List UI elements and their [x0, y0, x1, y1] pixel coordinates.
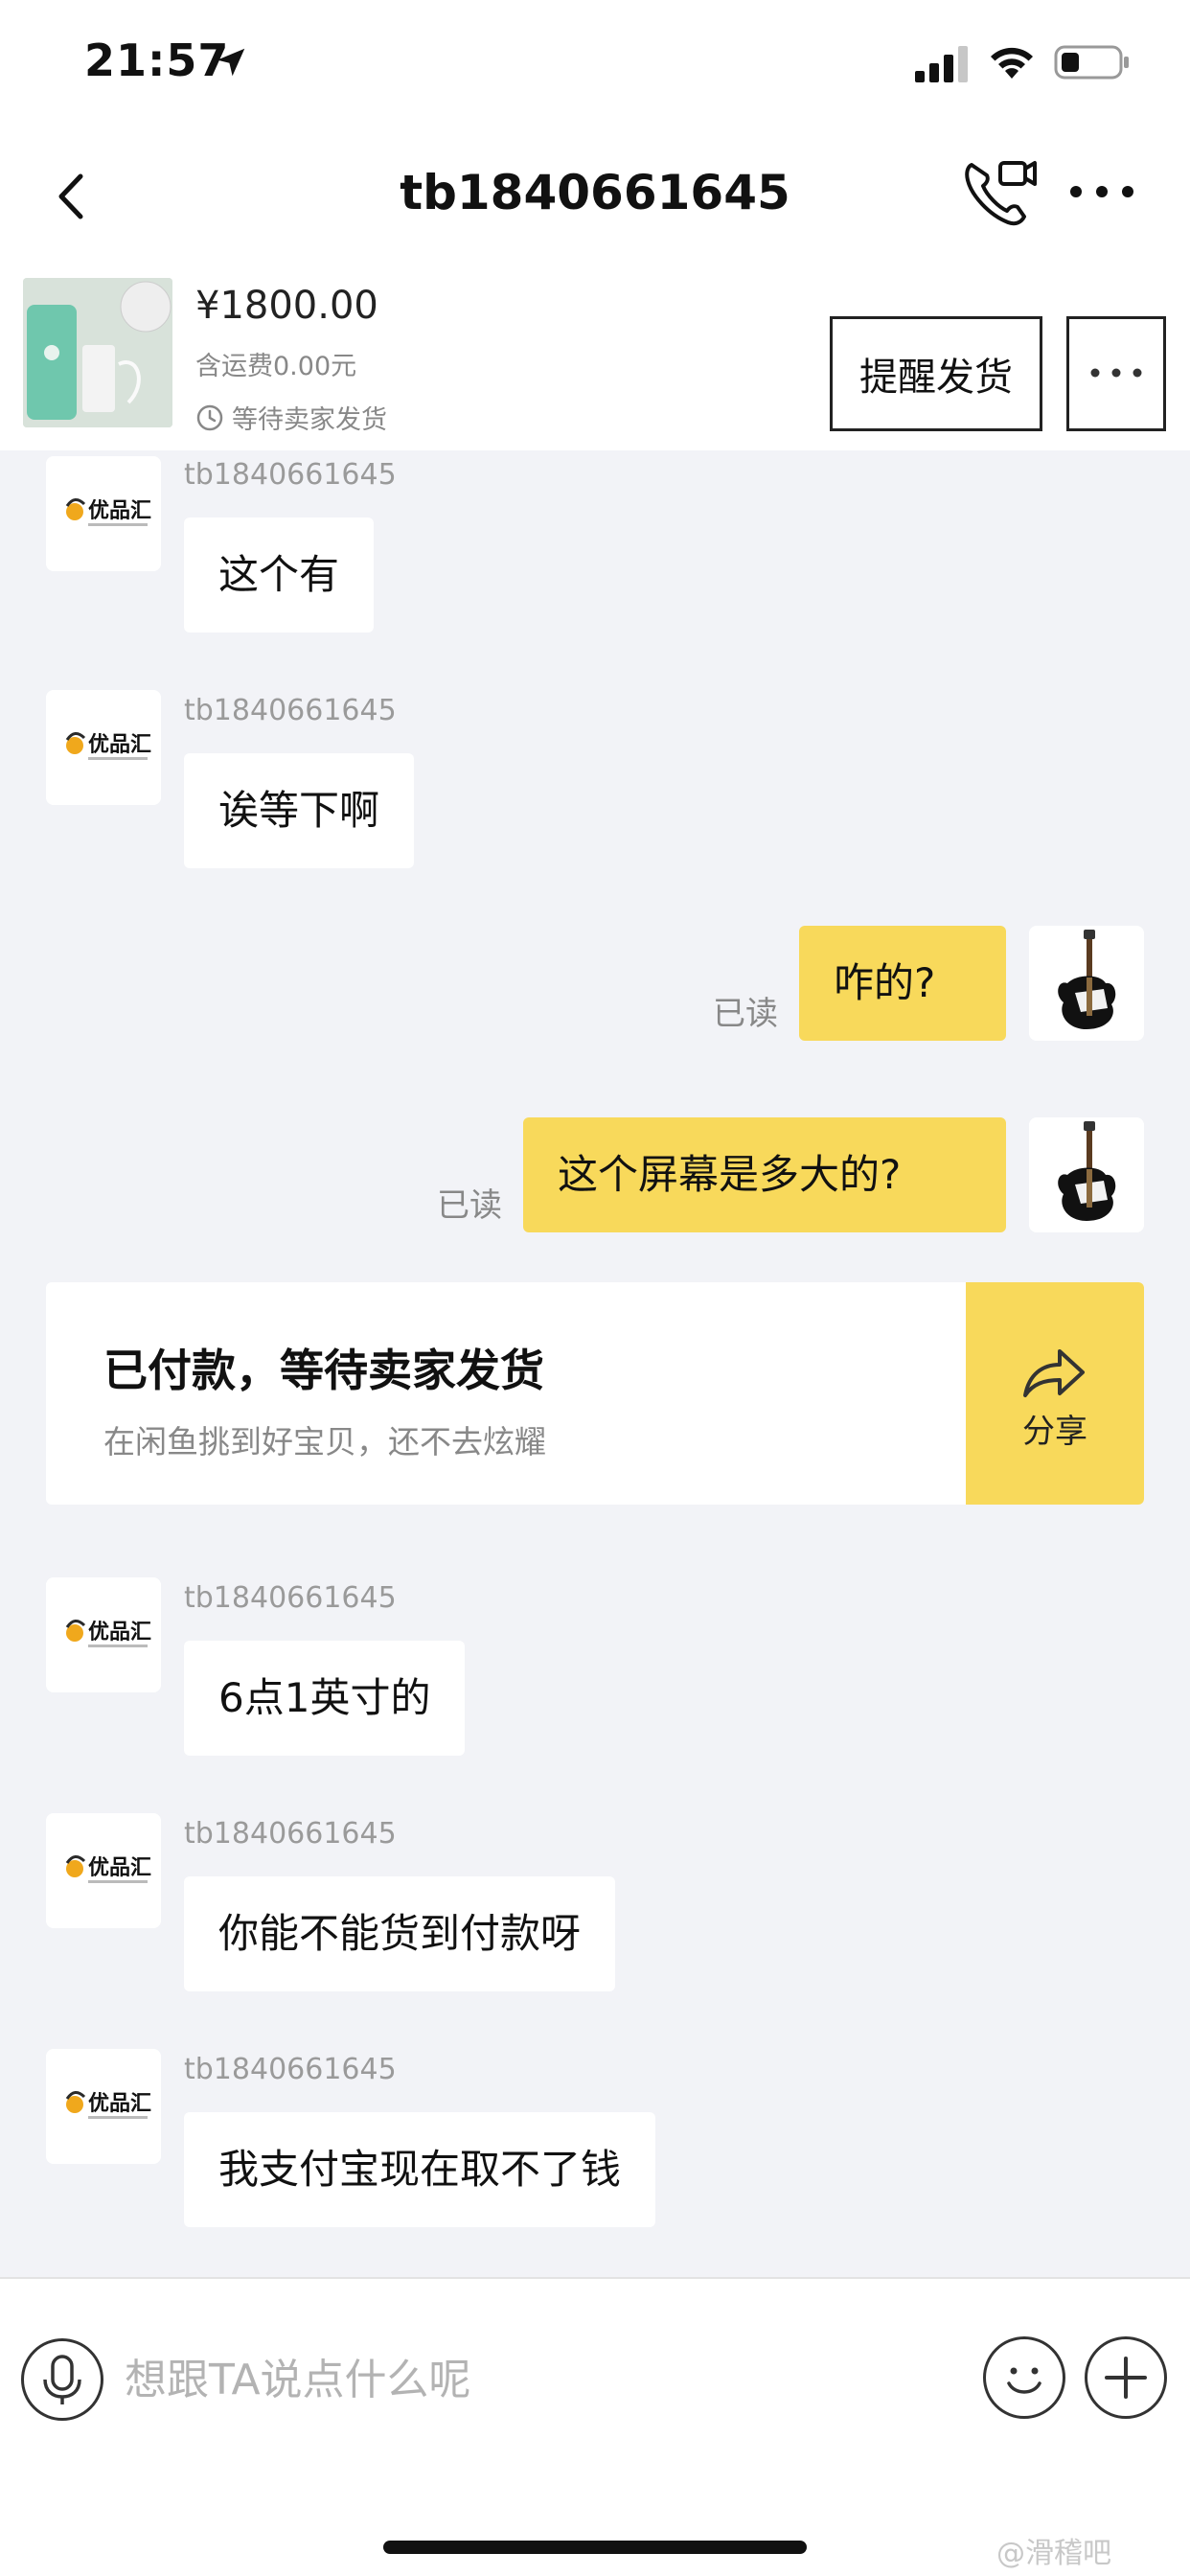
- product-bar[interactable]: ¥1800.00 含运费0.00元 等待卖家发货 提醒发货: [0, 268, 1190, 450]
- order-more-button[interactable]: [1066, 316, 1166, 431]
- youpinhui-logo: 优品汇: [46, 456, 161, 571]
- phone-product-image: [23, 278, 172, 427]
- watermark: @滑稽吧: [996, 2537, 1111, 2570]
- emoji-button[interactable]: [983, 2336, 1065, 2419]
- share-label: 分享: [1022, 1413, 1087, 1451]
- battery-icon: [1054, 45, 1129, 80]
- back-chevron-icon[interactable]: [48, 163, 94, 230]
- status-time: 21:57: [84, 34, 230, 86]
- order-status: 等待卖家发货: [195, 399, 387, 436]
- logo-text: 优品汇: [88, 1855, 151, 1880]
- payment-card-subtitle: 在闲鱼挑到好宝贝，还不去炫耀: [103, 1423, 546, 1460]
- seller-avatar[interactable]: 优品汇: [46, 456, 161, 571]
- more-dots-icon: [1090, 368, 1142, 377]
- youpinhui-logo: 优品汇: [46, 690, 161, 805]
- product-price: ¥1800.00: [195, 284, 378, 328]
- message-bubble[interactable]: 你能不能货到付款呀: [184, 1876, 616, 1991]
- home-indicator-area: @滑稽吧: [0, 2473, 1190, 2576]
- logo-text: 优品汇: [88, 732, 151, 757]
- message-input[interactable]: [125, 2336, 939, 2423]
- read-receipt: 已读: [437, 1186, 502, 1225]
- share-button[interactable]: 分享: [966, 1282, 1144, 1505]
- message-bubble[interactable]: 这个有: [184, 518, 375, 632]
- cellular-signal-icon: [915, 46, 968, 82]
- order-status-text: 等待卖家发货: [232, 405, 387, 435]
- logo-text: 优品汇: [88, 498, 151, 523]
- smiley-icon: [1007, 2367, 1041, 2394]
- remind-ship-button[interactable]: 提醒发货: [830, 316, 1042, 431]
- plus-icon: [1105, 2357, 1147, 2399]
- status-bar: 21:57: [0, 0, 1190, 125]
- message-sender: tb1840661645: [184, 694, 397, 727]
- logo-text: 优品汇: [88, 2091, 151, 2116]
- logo-text: 优品汇: [88, 1620, 151, 1644]
- seller-avatar[interactable]: 优品汇: [46, 1577, 161, 1692]
- product-shipping: 含运费0.00元: [195, 352, 357, 381]
- youpinhui-logo: 优品汇: [46, 1577, 161, 1692]
- youpinhui-logo: 优品汇: [46, 2049, 161, 2164]
- phone-video-call-icon[interactable]: [958, 153, 1039, 234]
- voice-input-button[interactable]: [21, 2338, 103, 2421]
- my-avatar[interactable]: [1029, 926, 1144, 1041]
- more-actions-button[interactable]: [1085, 2336, 1167, 2419]
- my-message-bubble[interactable]: 咋的?: [799, 926, 1006, 1041]
- wifi-icon: [991, 47, 1033, 79]
- seller-avatar[interactable]: 优品汇: [46, 690, 161, 805]
- page-title: tb1840661645: [400, 165, 790, 220]
- message-sender: tb1840661645: [184, 458, 397, 492]
- product-thumbnail[interactable]: [23, 278, 172, 427]
- share-arrow-icon: [1023, 1349, 1085, 1397]
- guitar-avatar-icon: [1029, 1117, 1144, 1232]
- location-arrow-icon: [217, 48, 245, 77]
- read-receipt: 已读: [713, 995, 778, 1033]
- seller-avatar[interactable]: 优品汇: [46, 1813, 161, 1928]
- more-dots-icon[interactable]: [1068, 172, 1135, 211]
- clock-icon: [196, 404, 223, 430]
- message-sender: tb1840661645: [184, 2053, 397, 2086]
- seller-avatar[interactable]: 优品汇: [46, 2049, 161, 2164]
- message-sender: tb1840661645: [184, 1581, 397, 1615]
- my-message-bubble[interactable]: 这个屏幕是多大的?: [523, 1117, 1006, 1232]
- youpinhui-logo: 优品汇: [46, 1813, 161, 1928]
- payment-status-card[interactable]: 已付款，等待卖家发货 在闲鱼挑到好宝贝，还不去炫耀 分享: [46, 1282, 1144, 1505]
- message-bubble[interactable]: 诶等下啊: [184, 753, 415, 868]
- microphone-icon: [43, 2355, 81, 2404]
- home-indicator[interactable]: [383, 2541, 807, 2554]
- message-sender: tb1840661645: [184, 1817, 397, 1851]
- message-bubble[interactable]: 我支付宝现在取不了钱: [184, 2112, 656, 2227]
- nav-bar: tb1840661645: [0, 125, 1190, 268]
- message-input-bar: [0, 2277, 1190, 2473]
- guitar-avatar-icon: [1029, 926, 1144, 1041]
- payment-card-title: 已付款，等待卖家发货: [103, 1345, 544, 1396]
- my-avatar[interactable]: [1029, 1117, 1144, 1232]
- message-bubble[interactable]: 6点1英寸的: [184, 1641, 466, 1756]
